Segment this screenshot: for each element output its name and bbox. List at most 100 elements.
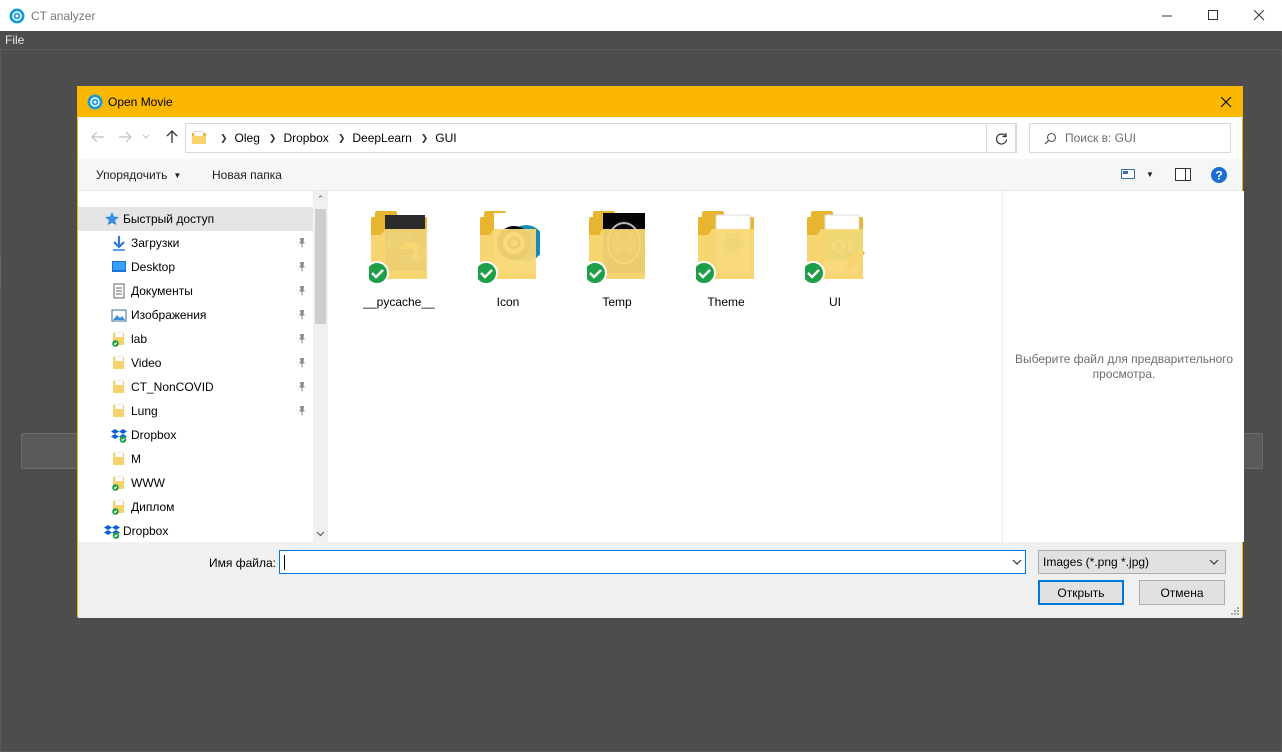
minimize-icon	[1161, 15, 1172, 17]
search-icon	[1044, 132, 1057, 144]
nav-item-m[interactable]: M	[78, 447, 313, 471]
background-edge	[0, 258, 1, 288]
preview-pane-button[interactable]	[1175, 168, 1191, 181]
synced-folder-icon	[110, 474, 127, 491]
folder-icon	[110, 402, 127, 419]
nav-item-dropbox[interactable]: Dropbox	[78, 519, 313, 542]
file-item-ui[interactable]: Qt UI	[785, 205, 885, 313]
view-icon	[1121, 169, 1135, 179]
menu-file[interactable]: File	[5, 33, 24, 47]
breadcrumb-item-oleg[interactable]: Oleg ❯	[235, 131, 284, 145]
breadcrumb-item-dropbox[interactable]: Dropbox ❯	[283, 131, 352, 145]
pin-icon[interactable]	[297, 309, 307, 323]
nav-item-www[interactable]: WWW	[78, 471, 313, 495]
back-button[interactable]	[88, 127, 108, 147]
chevron-up-icon: ⌃	[316, 194, 325, 204]
dialog-titlebar: Open Movie	[78, 87, 1242, 117]
dialog-title: Open Movie	[108, 95, 173, 109]
maximize-button[interactable]	[1190, 0, 1236, 31]
search-input[interactable]	[1065, 131, 1225, 145]
chevron-right-icon: ❯	[337, 132, 346, 143]
breadcrumb-label: Dropbox	[283, 131, 329, 145]
pin-icon[interactable]	[297, 357, 307, 371]
nav-item-ct-noncovid[interactable]: CT_NonCOVID	[78, 375, 313, 399]
recent-locations-button[interactable]	[140, 127, 152, 147]
nav-scrollbar-thumb[interactable]	[315, 209, 326, 324]
minimize-button[interactable]	[1144, 0, 1190, 31]
breadcrumb-separator[interactable]: ❯	[211, 133, 235, 144]
dropbox-icon	[103, 522, 120, 539]
app-logo-icon	[9, 8, 25, 23]
open-file-dialog: Open Movie ❯ Oleg ❯ Dropbox ❯ DeepLearn …	[77, 86, 1244, 618]
breadcrumb-item-gui[interactable]: GUI	[435, 131, 456, 145]
pin-icon[interactable]	[297, 237, 307, 251]
nav-item-label: Desktop	[131, 260, 176, 274]
nav-item-label: CT_NonCOVID	[131, 380, 214, 394]
filename-combobox[interactable]	[279, 550, 1026, 574]
organize-button[interactable]: Упорядочить ▼	[96, 168, 181, 182]
nav-item-документы[interactable]: Документы	[78, 279, 313, 303]
nav-item-lung[interactable]: Lung	[78, 399, 313, 423]
new-folder-label: Новая папка	[212, 168, 282, 182]
close-window-button[interactable]	[1236, 0, 1282, 31]
file-item-pycache[interactable]: __pycache__	[349, 205, 449, 313]
refresh-button[interactable]	[986, 123, 1016, 153]
help-button[interactable]: ?	[1210, 166, 1228, 184]
resize-grip-icon[interactable]	[1230, 606, 1240, 616]
pin-icon[interactable]	[297, 261, 307, 275]
nav-item-label: Изображения	[131, 308, 207, 322]
open-button[interactable]: Открыть	[1038, 580, 1124, 605]
folder-icon	[110, 378, 127, 395]
nav-item-быстрый-доступ[interactable]: Быстрый доступ	[78, 207, 313, 231]
nav-item-диплом[interactable]: Диплом	[78, 495, 313, 519]
cancel-button[interactable]: Отмена	[1139, 580, 1225, 605]
nav-item-label: Dropbox	[131, 428, 177, 442]
nav-item-label: Документы	[131, 284, 193, 298]
pictures-icon	[110, 306, 127, 323]
close-icon	[1253, 10, 1264, 21]
forward-button[interactable]	[115, 127, 135, 147]
pin-icon[interactable]	[297, 333, 307, 347]
synced-folder-icon	[110, 330, 127, 347]
dialog-close-button[interactable]	[1210, 87, 1242, 117]
download-arrow-icon	[110, 234, 127, 251]
breadcrumb-label: GUI	[435, 131, 457, 145]
nav-item-video[interactable]: Video	[78, 351, 313, 375]
breadcrumb-item-deeplearn[interactable]: DeepLearn ❯	[352, 131, 435, 145]
scroll-down-button[interactable]	[313, 525, 328, 542]
navigation-pane: Быстрый доступ Загрузки Desktop Документы Из…	[78, 191, 328, 542]
nav-item-изображения[interactable]: Изображения	[78, 303, 313, 327]
folder-icon	[192, 131, 206, 144]
up-button[interactable]	[162, 127, 182, 147]
pin-icon[interactable]	[297, 381, 307, 395]
python-folder-icon	[365, 209, 431, 292]
filename-input[interactable]	[283, 554, 1003, 570]
dialog-footer: Имя файла: Images (*.png *.jpg) Открыть …	[78, 542, 1242, 618]
navigation-bar: ❯ Oleg ❯ Dropbox ❯ DeepLearn ❯ GUI	[78, 117, 1242, 159]
nav-item-label: Video	[131, 356, 162, 370]
folder-icon	[110, 450, 127, 467]
pin-icon[interactable]	[297, 285, 307, 299]
file-item-theme[interactable]: Theme	[676, 205, 776, 313]
pin-icon[interactable]	[297, 405, 307, 419]
file-item-temp[interactable]: Temp	[567, 205, 667, 313]
file-type-value: Images (*.png *.jpg)	[1043, 555, 1150, 569]
scroll-up-button[interactable]: ⌃	[313, 191, 328, 208]
new-folder-button[interactable]: Новая папка	[212, 168, 282, 182]
arrow-up-icon	[166, 130, 178, 143]
window-controls	[1144, 0, 1282, 31]
change-view-button[interactable]: ▼	[1121, 168, 1154, 180]
preview-message: Выберите файл для предварительного просм…	[1014, 352, 1234, 381]
file-item-icon[interactable]: Icon	[458, 205, 558, 313]
search-box[interactable]	[1029, 123, 1231, 153]
caret-down-icon: ▼	[173, 170, 182, 180]
nav-item-desktop[interactable]: Desktop	[78, 255, 313, 279]
chevron-down-icon	[142, 134, 150, 139]
nav-item-dropbox[interactable]: Dropbox	[78, 423, 313, 447]
address-bar[interactable]: ❯ Oleg ❯ Dropbox ❯ DeepLearn ❯ GUI	[185, 123, 1017, 153]
chevron-down-icon[interactable]	[1011, 555, 1023, 569]
file-type-filter[interactable]: Images (*.png *.jpg)	[1038, 550, 1226, 574]
nav-item-label: Lung	[131, 404, 158, 418]
nav-item-lab[interactable]: lab	[78, 327, 313, 351]
nav-item-загрузки[interactable]: Загрузки	[78, 231, 313, 255]
